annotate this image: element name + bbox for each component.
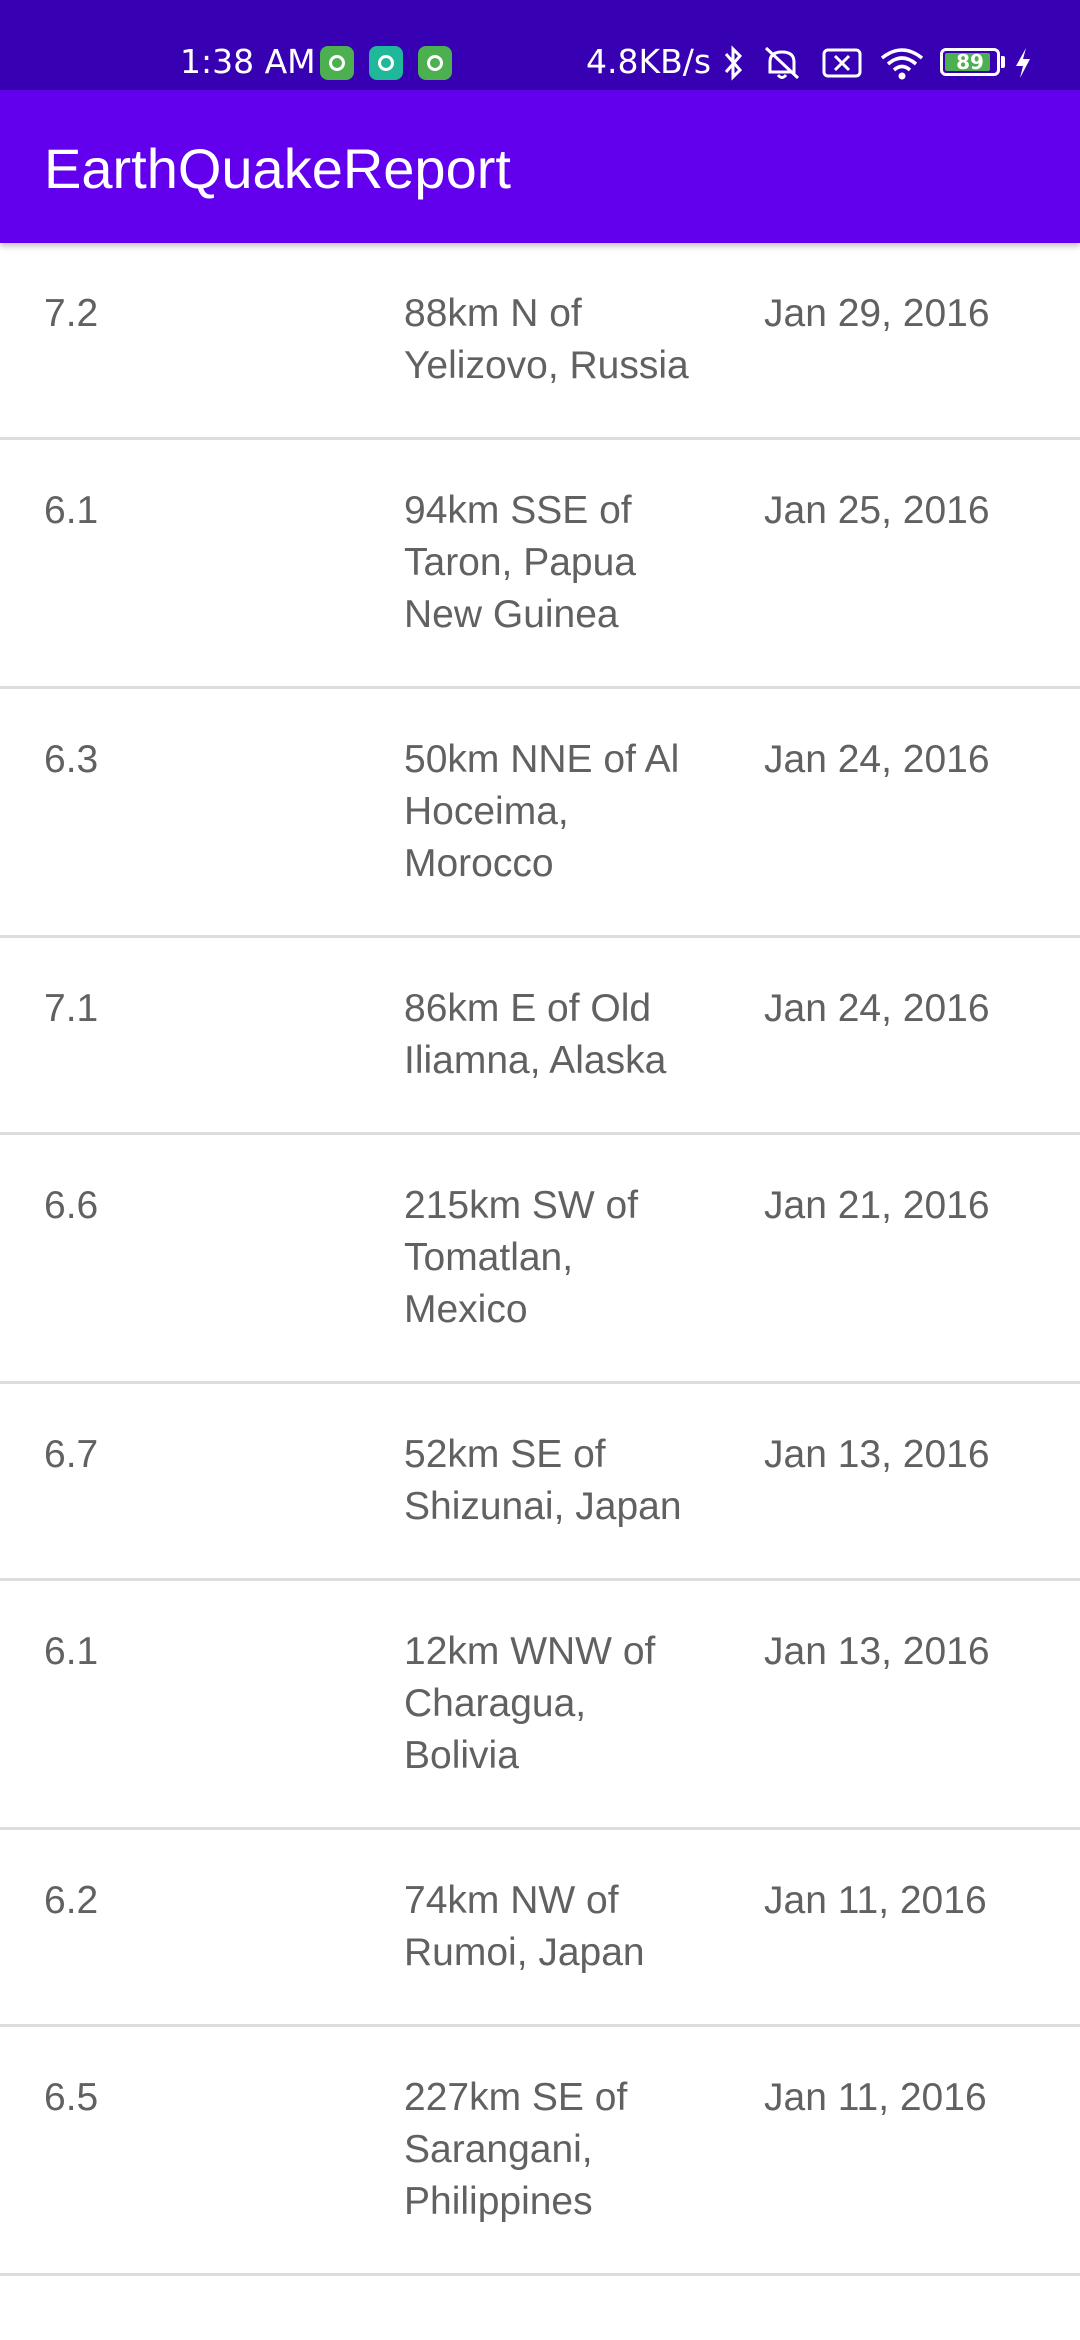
battery-cap [1001, 56, 1005, 68]
list-item[interactable]: 6.6 215km SW of Tomatlan, Mexico Jan 21, 2… [0, 1135, 1080, 1384]
date-text: Jan 11, 2016 [764, 2076, 987, 2119]
date-text: Jan 24, 2016 [764, 987, 990, 1030]
date-text: Jan 13, 2016 [764, 1433, 990, 1476]
location-text: 52km SE of Shizunai, Japan [404, 1433, 682, 1528]
location-text: 86km E of Old Iliamna, Alaska [404, 987, 667, 1082]
list-item[interactable]: 6.5 227km SE of Sarangani, Philippines Jan… [0, 2027, 1080, 2276]
list-item[interactable]: 7.1 86km E of Old Iliamna, Alaska Jan 24, … [0, 938, 1080, 1135]
list-item[interactable]: 7.2 88km N of Yelizovo, Russia Jan 29, 201… [0, 243, 1080, 440]
status-bar: 1:38 AM 4.8KB/s 89 [0, 0, 1080, 90]
magnitude-text: 7.1 [44, 987, 99, 1030]
date-text: Jan 24, 2016 [764, 738, 990, 781]
mute-icon [764, 46, 800, 80]
magnitude-text: 6.7 [44, 1433, 99, 1476]
app-bar: EarthQuakeReport [0, 90, 1080, 243]
notification-app-icon [320, 46, 354, 80]
location-text: 12km WNW of Charagua, Bolivia [404, 1630, 656, 1777]
magnitude-text: 6.2 [44, 1879, 99, 1922]
magnitude-text: 6.5 [44, 2076, 99, 2119]
magnitude-text: 6.1 [44, 1630, 99, 1673]
magnitude-text: 7.2 [44, 292, 99, 335]
magnitude-text: 6.3 [44, 738, 99, 781]
charging-icon [1016, 48, 1030, 78]
location-text: 215km SW of Tomatlan, Mexico [404, 1184, 639, 1331]
list-item[interactable]: 6.2 74km NW of Rumoi, Japan Jan 11, 2016 [0, 1830, 1080, 2027]
magnitude-text: 6.1 [44, 489, 99, 532]
date-text: Jan 13, 2016 [764, 1630, 990, 1673]
app-title: EarthQuakeReport [44, 137, 511, 200]
bluetooth-icon [724, 45, 743, 81]
date-text: Jan 25, 2016 [764, 489, 990, 532]
battery-percent: 89 [956, 50, 984, 74]
location-text: 50km NNE of Al Hoceima, Morocco [404, 738, 680, 885]
battery-icon: 89 [940, 48, 1000, 76]
list-item[interactable]: 6.7 52km SE of Shizunai, Japan Jan 13, 201… [0, 1384, 1080, 1581]
date-text: Jan 21, 2016 [764, 1184, 990, 1227]
location-text: 88km N of Yelizovo, Russia [404, 292, 689, 387]
network-speed: 4.8KB/s [586, 42, 712, 81]
list-item[interactable]: 6.1 94km SSE of Taron, Papua New Guinea Ja… [0, 440, 1080, 689]
location-text: 74km NW of Rumoi, Japan [404, 1879, 645, 1974]
sim-x-icon [822, 48, 862, 78]
list-item[interactable]: 6.3 50km NNE of Al Hoceima, Morocco Jan 24… [0, 689, 1080, 938]
wifi-icon [880, 48, 924, 80]
status-time: 1:38 AM [180, 42, 316, 81]
date-text: Jan 29, 2016 [764, 292, 990, 335]
list-item[interactable]: 6.1 12km WNW of Charagua, Bolivia Jan 13, … [0, 1581, 1080, 1830]
location-text: 94km SSE of Taron, Papua New Guinea [404, 489, 637, 636]
date-text: Jan 11, 2016 [764, 1879, 987, 1922]
notification-app-icon [418, 46, 452, 80]
magnitude-text: 6.6 [44, 1184, 99, 1227]
location-text: 227km SE of Sarangani, Philippines [404, 2076, 628, 2223]
vpn-shield-icon [369, 46, 403, 80]
earthquake-list[interactable]: 7.2 88km N of Yelizovo, Russia Jan 29, 201… [0, 243, 1080, 2276]
